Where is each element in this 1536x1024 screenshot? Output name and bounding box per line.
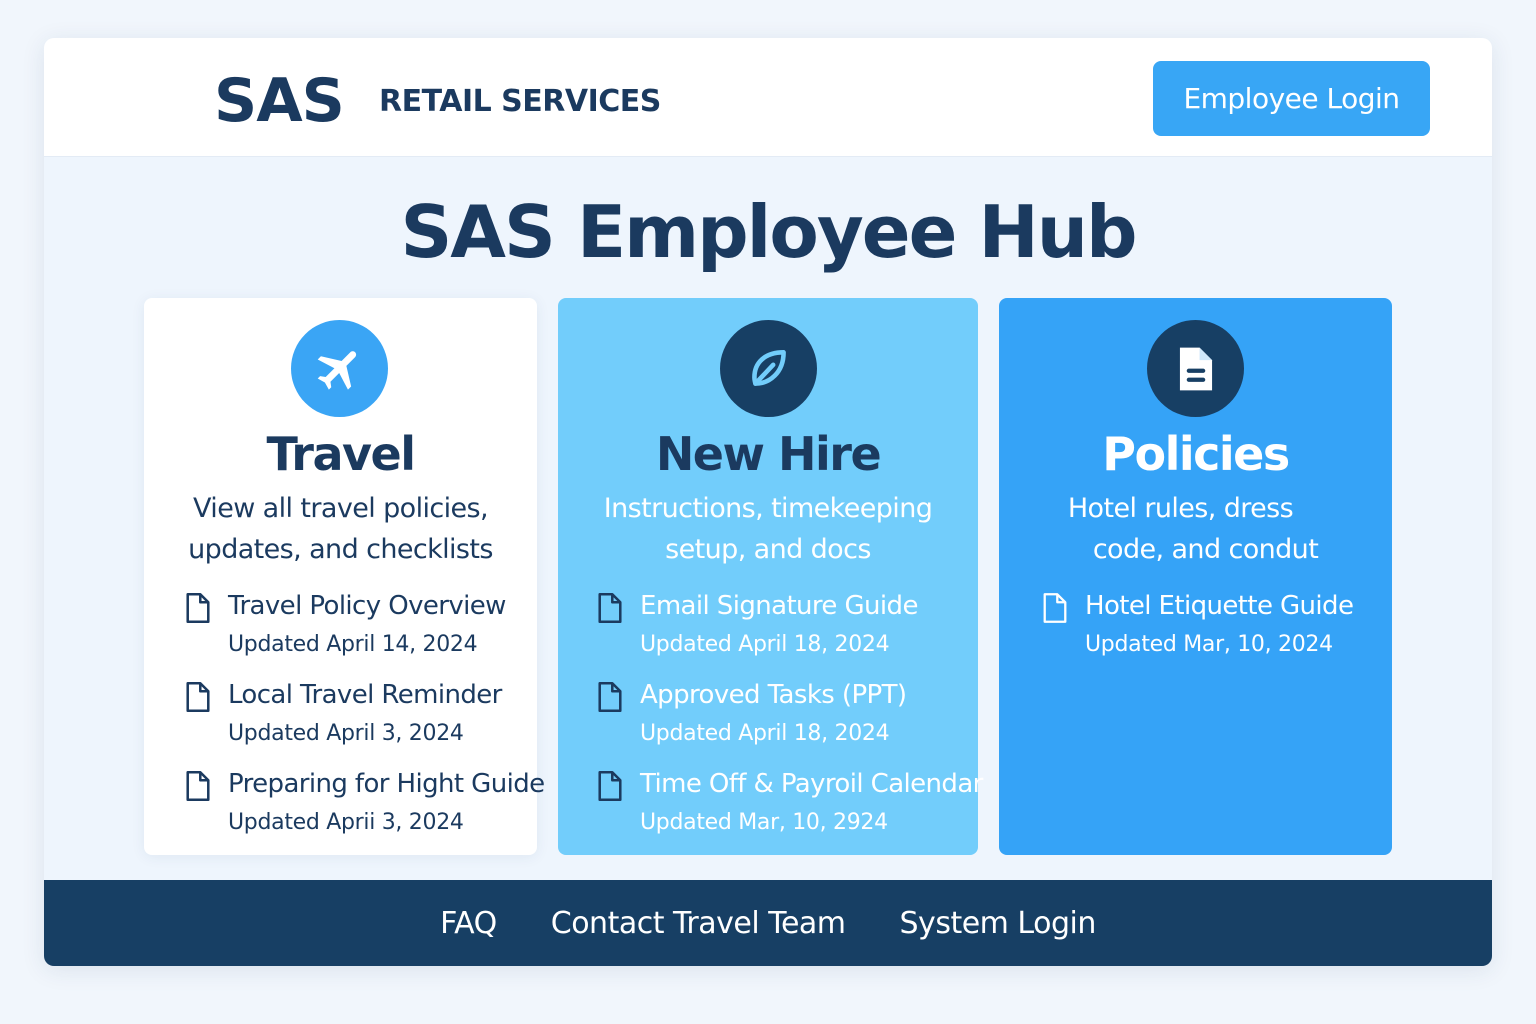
- card-description-line: setup, and docs: [665, 534, 871, 565]
- file-icon: [186, 682, 210, 712]
- file-icon: [598, 771, 622, 801]
- document-item[interactable]: Email Signature Guide Updated April 18, …: [596, 588, 1016, 677]
- card-title: New Hire: [655, 427, 882, 481]
- document-title[interactable]: Time Off & Payroil Calendar: [640, 766, 983, 802]
- document-list: Email Signature Guide Updated April 18, …: [596, 588, 1016, 855]
- document-item[interactable]: Time Off & Payroil Calendar Updated Mar,…: [596, 766, 1016, 855]
- document-title[interactable]: Preparing for Hight Guide: [228, 766, 545, 802]
- document-title[interactable]: Approved Tasks (PPT): [640, 677, 907, 713]
- card-description-line: updates, and checklists: [188, 534, 493, 565]
- card-description-line: Hotel rules, dress: [1067, 493, 1294, 524]
- document-title[interactable]: Email Signature Guide: [640, 588, 918, 624]
- page-frame: SAS RETAIL SERVICES Employee Login SAS E…: [44, 38, 1492, 966]
- document-item[interactable]: Travel Policy Overview Updated April 14,…: [184, 588, 577, 677]
- document-title[interactable]: Local Travel Reminder: [228, 677, 502, 713]
- card-description-line: Instructions, timekeeping: [603, 493, 933, 524]
- card-description-line: View all travel policies,: [193, 493, 489, 524]
- new-hire-card[interactable]: New Hire Instructions, timekeeping setup…: [558, 298, 983, 855]
- card-title: Policies: [1102, 427, 1290, 481]
- document-title[interactable]: Travel Policy Overview: [228, 588, 506, 624]
- logo[interactable]: SAS: [214, 66, 345, 136]
- document-date: Updated Aprii 3, 2024: [228, 810, 464, 835]
- card-title: Travel: [266, 427, 416, 481]
- footer-link-system-login[interactable]: System Login: [900, 906, 1097, 941]
- employee-login-button[interactable]: Employee Login: [1153, 61, 1430, 136]
- site-header: SAS RETAIL SERVICES Employee Login: [44, 38, 1492, 157]
- policies-card[interactable]: Policies Hotel rules, dress code, and co…: [999, 298, 1392, 855]
- document-date: Updated Mar, 10, 2924: [640, 810, 888, 835]
- airplane-icon: [291, 320, 388, 417]
- document-icon: [1147, 320, 1244, 417]
- document-date: Updated April 18, 2024: [640, 632, 890, 657]
- footer-link-contact-travel-team[interactable]: Contact Travel Team: [551, 906, 846, 941]
- file-icon: [1043, 593, 1067, 623]
- site-footer: FAQ Contact Travel Team System Login: [44, 880, 1492, 966]
- document-item[interactable]: Preparing for Hight Guide Updated Aprii …: [184, 766, 577, 855]
- document-date: Updated April 3, 2024: [228, 721, 464, 746]
- document-list: Hotel Etiquette Guide Updated Mar, 10, 2…: [1041, 588, 1434, 677]
- document-item[interactable]: Local Travel Reminder Updated April 3, 2…: [184, 677, 577, 766]
- logo-tagline: RETAIL SERVICES: [379, 84, 661, 119]
- page-title: SAS Employee Hub: [400, 190, 1137, 274]
- footer-link-faq[interactable]: FAQ: [440, 906, 497, 941]
- file-icon: [186, 771, 210, 801]
- card-description: View all travel policies, updates, and c…: [154, 488, 527, 570]
- document-list: Travel Policy Overview Updated April 14,…: [184, 588, 577, 855]
- document-date: Updated Mar, 10, 2024: [1085, 632, 1333, 657]
- document-item[interactable]: Hotel Etiquette Guide Updated Mar, 10, 2…: [1041, 588, 1434, 677]
- leaf-icon: [720, 320, 817, 417]
- card-description-line: code, and condut: [1092, 534, 1319, 565]
- document-date: Updated April 14, 2024: [228, 632, 478, 657]
- file-icon: [598, 682, 622, 712]
- file-icon: [598, 593, 622, 623]
- document-item[interactable]: Approved Tasks (PPT) Updated April 18, 2…: [596, 677, 1016, 766]
- card-description: Hotel rules, dress code, and condut: [1009, 488, 1382, 570]
- travel-card[interactable]: Travel View all travel policies, updates…: [144, 298, 545, 855]
- card-description: Instructions, timekeeping setup, and doc…: [568, 488, 968, 570]
- document-title[interactable]: Hotel Etiquette Guide: [1085, 588, 1354, 624]
- file-icon: [186, 593, 210, 623]
- document-date: Updated April 18, 2024: [640, 721, 890, 746]
